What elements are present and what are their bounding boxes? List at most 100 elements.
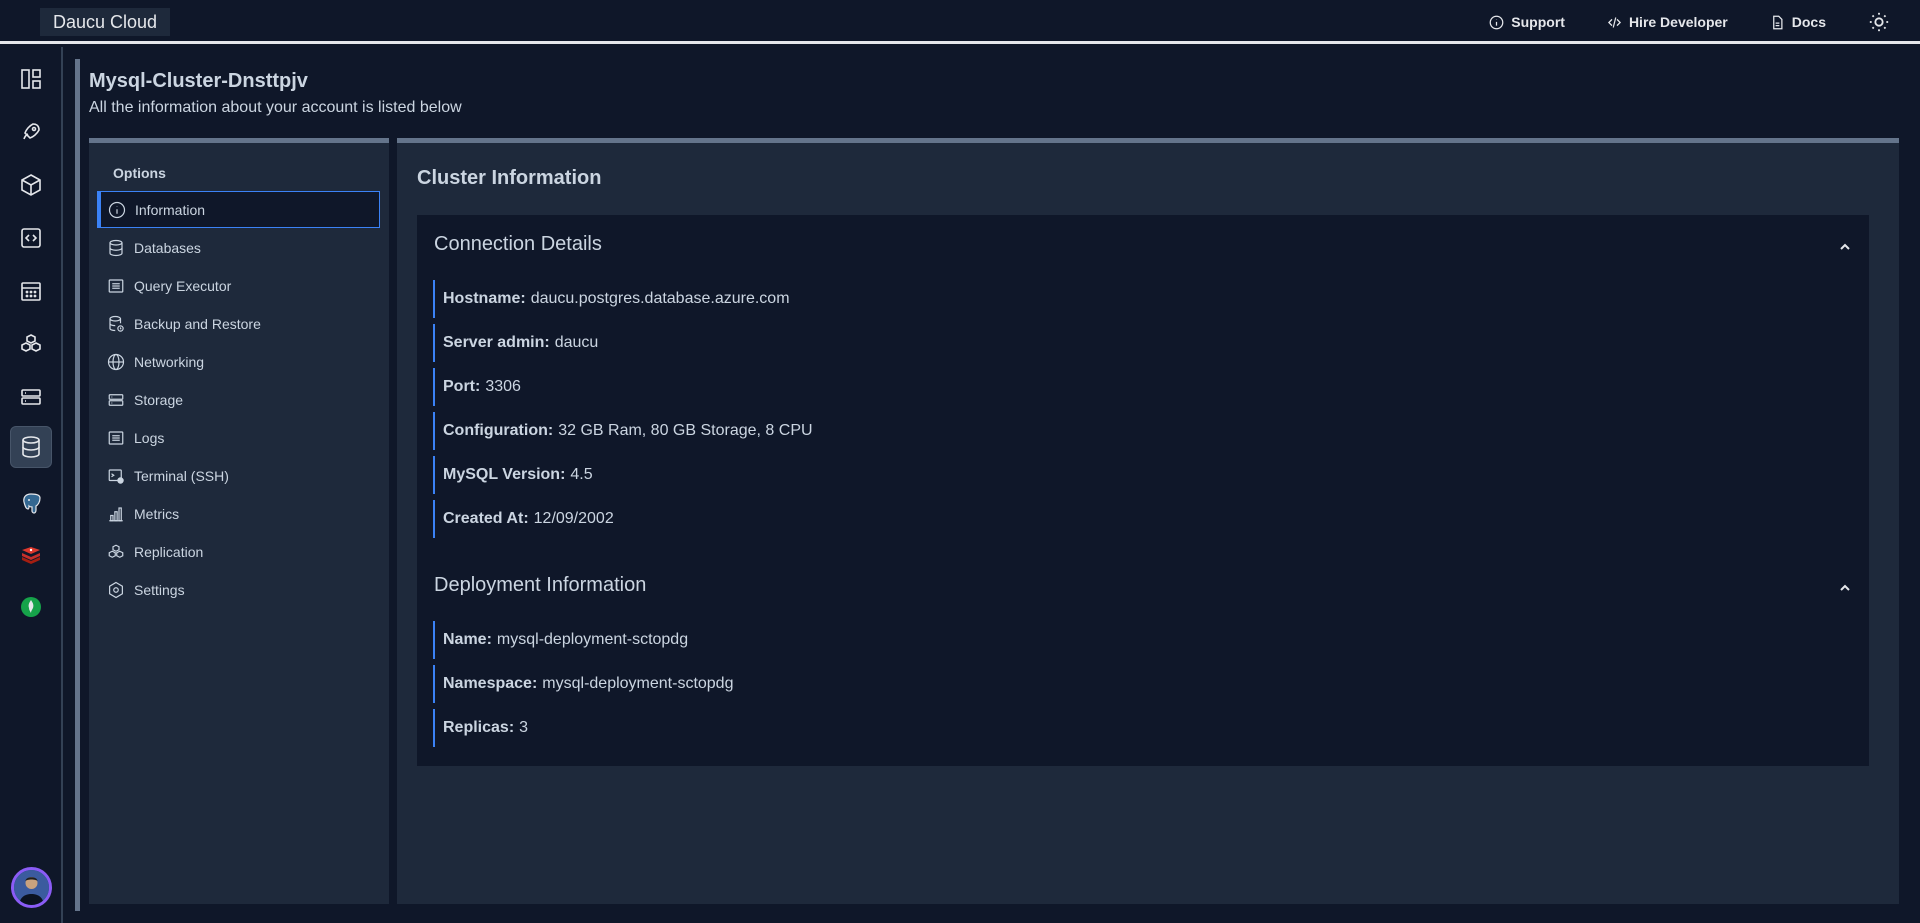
field-value: mysql-deployment-sctopdg	[542, 675, 734, 692]
top-nav: Support Hire Developer Docs	[1447, 0, 1890, 44]
hire-developer-link[interactable]: Hire Developer	[1607, 14, 1728, 30]
chevron-up-icon[interactable]	[1837, 580, 1853, 596]
option-label: Backup and Restore	[134, 315, 261, 332]
dashboard-icon	[21, 69, 41, 89]
sun-icon[interactable]	[1868, 11, 1890, 33]
field-value: 3306	[485, 378, 521, 395]
bar-chart-icon	[109, 506, 123, 521]
option-label: Databases	[134, 239, 201, 256]
field-label: Configuration:	[443, 422, 554, 439]
field-value: mysql-deployment-sctopdg	[496, 631, 689, 648]
docs-label: Docs	[1791, 14, 1826, 30]
rail-code[interactable]	[10, 217, 52, 259]
info-icon	[108, 201, 126, 218]
field-mysql-version: MySQL Version: 4.5	[433, 456, 593, 494]
field-value: 32 GB Ram, 80 GB Storage, 8 CPU	[558, 422, 813, 439]
rail-redis[interactable]	[10, 534, 52, 576]
field-value: 12/09/2002	[533, 510, 614, 527]
option-label: Query Executor	[134, 277, 232, 294]
rail-deployments[interactable]	[10, 111, 52, 153]
rail-databases[interactable]	[10, 426, 52, 468]
list-icon	[108, 278, 124, 293]
connection-details-heading[interactable]: Connection Details	[434, 233, 602, 256]
database-icon	[22, 436, 40, 458]
options-title: Options	[113, 165, 166, 181]
rail-clusters[interactable]	[10, 323, 52, 365]
info-card: Connection Details Hostname: daucu.postgr…	[417, 215, 1869, 766]
field-label: MySQL Version:	[443, 466, 566, 483]
left-rail	[0, 47, 63, 923]
user-avatar[interactable]	[11, 867, 52, 908]
rocket-icon	[23, 123, 40, 140]
field-value: daucu.postgres.database.azure.com	[530, 290, 790, 307]
field-label: Name:	[443, 631, 492, 648]
field-port: Port: 3306	[433, 368, 521, 406]
option-terminal[interactable]: Terminal (SSH)	[97, 457, 380, 494]
box-icon	[21, 174, 41, 196]
docs-link[interactable]: Docs	[1770, 14, 1826, 30]
option-query-executor[interactable]: Query Executor	[97, 267, 380, 304]
field-configuration: Configuration: 32 GB Ram, 80 GB Storage, …	[433, 412, 813, 450]
rail-dashboard[interactable]	[10, 58, 52, 100]
field-server-admin: Server admin: daucu	[433, 324, 598, 362]
globe-icon	[107, 353, 125, 370]
code-square-icon	[21, 228, 41, 248]
field-label: Hostname:	[443, 290, 526, 307]
page-title: Mysql-Cluster-Dnsttpjv	[89, 70, 308, 92]
option-label: Terminal (SSH)	[134, 467, 229, 484]
field-value: 4.5	[570, 466, 593, 483]
list-icon	[108, 430, 124, 445]
field-replicas: Replicas: 3	[433, 709, 528, 747]
rail-postgres[interactable]	[10, 482, 52, 524]
option-label: Replication	[134, 543, 204, 560]
rail-mongodb[interactable]	[10, 586, 52, 628]
option-replication[interactable]: Replication	[97, 533, 380, 570]
content-panel: Cluster Information Connection Details H…	[397, 138, 1899, 904]
top-bar: Daucu Cloud Support Hire Developer Docs	[0, 0, 1920, 44]
hire-developer-label: Hire Developer	[1628, 14, 1728, 30]
rail-containers[interactable]	[10, 164, 52, 206]
field-label: Namespace:	[443, 675, 538, 692]
option-label: Storage	[134, 391, 184, 408]
field-hostname: Hostname: daucu.postgres.database.azure.c…	[433, 280, 790, 318]
mongodb-icon	[21, 597, 41, 617]
database-icon	[109, 239, 123, 256]
boxes-icon	[21, 334, 41, 352]
field-value: daucu	[554, 334, 599, 351]
option-label: Settings	[134, 581, 185, 598]
option-label: Logs	[134, 429, 165, 446]
option-storage[interactable]: Storage	[97, 381, 380, 418]
document-icon	[1772, 15, 1783, 29]
option-networking[interactable]: Networking	[97, 343, 380, 380]
postgres-icon	[23, 493, 41, 514]
field-label: Replicas:	[443, 719, 515, 736]
database-backup-icon	[109, 315, 124, 332]
option-information[interactable]: Information	[97, 191, 380, 228]
option-label: Networking	[134, 353, 205, 370]
redis-icon	[22, 547, 40, 564]
option-label: Information	[135, 201, 206, 218]
terminal-icon	[108, 468, 124, 484]
field-label: Port:	[443, 378, 481, 395]
deployment-information-heading[interactable]: Deployment Information	[434, 574, 646, 597]
support-link[interactable]: Support	[1489, 14, 1565, 30]
option-databases[interactable]: Databases	[97, 229, 380, 266]
code-icon	[1607, 16, 1621, 28]
option-backup-restore[interactable]: Backup and Restore	[97, 305, 380, 342]
field-created-at: Created At: 12/09/2002	[433, 500, 614, 538]
option-label: Metrics	[134, 505, 180, 522]
option-metrics[interactable]: Metrics	[97, 495, 380, 532]
field-namespace: Namespace: mysql-deployment-sctopdg	[433, 665, 733, 703]
field-name: Name: mysql-deployment-sctopdg	[433, 621, 688, 659]
rail-servers[interactable]	[10, 376, 52, 418]
option-logs[interactable]: Logs	[97, 419, 380, 456]
app-brand[interactable]: Daucu Cloud	[40, 8, 171, 36]
option-settings[interactable]: Settings	[97, 571, 380, 608]
info-icon	[1489, 15, 1504, 29]
server-icon	[108, 393, 124, 406]
page-subtitle: All the information about your account i…	[89, 99, 462, 116]
calendar-icon	[21, 282, 41, 301]
field-label: Created At:	[443, 510, 529, 527]
rail-calendar[interactable]	[10, 270, 52, 312]
chevron-up-icon[interactable]	[1837, 239, 1853, 255]
